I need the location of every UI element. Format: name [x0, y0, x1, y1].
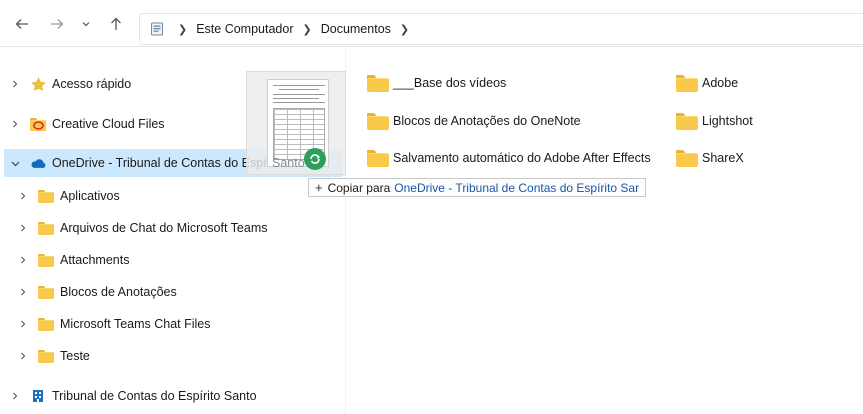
- arrow-right-icon: [51, 19, 64, 29]
- recent-locations-button[interactable]: [76, 12, 96, 36]
- chevron-right-icon[interactable]: [16, 317, 30, 331]
- sync-arrows-icon: [304, 148, 326, 170]
- arrow-up-icon: [111, 17, 121, 30]
- drop-tooltip: + Copiar para OneDrive - Tribunal de Con…: [308, 178, 647, 197]
- folder-name: Blocos de Anotações do OneNote: [393, 114, 581, 128]
- folder-icon: [38, 220, 54, 236]
- folder-item-adobe[interactable]: Adobe: [676, 71, 738, 95]
- forward-button[interactable]: [45, 12, 69, 36]
- sidebar-item-teste[interactable]: Teste: [0, 342, 90, 370]
- sidebar-item-label: Teste: [60, 349, 90, 363]
- sidebar-item-label: Acesso rápido: [52, 77, 132, 91]
- building-icon: [30, 388, 46, 404]
- sidebar-item-quick-access[interactable]: Acesso rápido: [0, 70, 131, 98]
- breadcrumb-this-pc[interactable]: Este Computador: [196, 22, 293, 36]
- folder-name: ShareX: [702, 151, 744, 165]
- folder-item-base-videos[interactable]: ___Base dos vídeos: [367, 71, 506, 95]
- chevron-right-icon[interactable]: [8, 77, 22, 91]
- folder-icon: [38, 188, 54, 204]
- drop-action: Copiar para: [327, 180, 391, 195]
- chevron-right-icon[interactable]: [8, 389, 22, 403]
- sidebar-item-label: Tribunal de Contas do Espírito Santo: [52, 389, 257, 403]
- chevron-right-icon[interactable]: [16, 349, 30, 363]
- plus-icon: +: [315, 180, 323, 195]
- folder-icon: [38, 348, 54, 364]
- drop-target: OneDrive - Tribunal de Contas do Espírit…: [394, 180, 640, 195]
- sidebar-item-label: Arquivos de Chat do Microsoft Teams: [60, 221, 268, 235]
- folder-icon: [38, 316, 54, 332]
- folder-icon: [676, 112, 698, 130]
- breadcrumb-documents[interactable]: Documentos: [321, 22, 391, 36]
- back-button[interactable]: [10, 12, 34, 36]
- sidebar-item-aplicativos[interactable]: Aplicativos: [0, 182, 120, 210]
- sidebar-item-teams-chat-files[interactable]: Microsoft Teams Chat Files: [0, 310, 211, 338]
- sidebar-item-label: Aplicativos: [60, 189, 120, 203]
- folder-item-onenote[interactable]: Blocos de Anotações do OneNote: [367, 109, 581, 133]
- arrow-left-icon: [15, 19, 28, 29]
- chevron-right-icon[interactable]: ❯: [303, 23, 312, 36]
- navigation-bar: ❯ Este Computador ❯ Documentos ❯: [0, 0, 863, 47]
- folder-name: Salvamento automático do Adobe After Eff…: [393, 151, 651, 165]
- folder-item-after-effects[interactable]: Salvamento automático do Adobe After Eff…: [367, 146, 651, 170]
- chevron-right-icon: ❯: [178, 23, 188, 36]
- sidebar-item-notebooks[interactable]: Blocos de Anotações: [0, 278, 177, 306]
- folder-icon: [367, 149, 389, 167]
- sidebar-item-label: Microsoft Teams Chat Files: [60, 317, 211, 331]
- folder-icon: [367, 112, 389, 130]
- chevron-right-icon[interactable]: [8, 117, 22, 131]
- file-list: ___Base dos vídeos Blocos de Anotações d…: [347, 47, 863, 414]
- folder-icon: [38, 284, 54, 300]
- folder-item-sharex[interactable]: ShareX: [676, 146, 744, 170]
- folder-icon: [367, 74, 389, 92]
- chevron-right-icon[interactable]: [16, 253, 30, 267]
- folder-name: ___Base dos vídeos: [393, 76, 507, 90]
- sidebar-item-label: Creative Cloud Files: [52, 117, 165, 131]
- folder-name: Lightshot: [702, 114, 753, 128]
- folder-icon: [676, 149, 698, 167]
- chevron-right-icon[interactable]: [16, 285, 30, 299]
- star-icon: [30, 76, 46, 92]
- chevron-down-icon: [82, 22, 90, 27]
- sidebar-item-label: Blocos de Anotações: [60, 285, 177, 299]
- onedrive-cloud-icon: [30, 155, 46, 171]
- drag-ghost-label: Santo: [272, 156, 305, 170]
- folder-icon: [38, 252, 54, 268]
- creative-cloud-icon: [30, 116, 46, 132]
- up-button[interactable]: [104, 12, 128, 36]
- chevron-right-icon[interactable]: [16, 221, 30, 235]
- folder-item-lightshot[interactable]: Lightshot: [676, 109, 753, 133]
- chevron-down-icon[interactable]: [8, 156, 22, 170]
- sidebar-item-label: Attachments: [60, 253, 130, 267]
- sidebar-item-creative-cloud[interactable]: Creative Cloud Files: [0, 110, 165, 138]
- address-bar[interactable]: ❯ Este Computador ❯ Documentos ❯: [139, 13, 863, 45]
- chevron-right-icon[interactable]: [16, 189, 30, 203]
- folder-icon: [676, 74, 698, 92]
- chevron-right-icon[interactable]: ❯: [400, 23, 409, 36]
- sidebar-item-attachments[interactable]: Attachments: [0, 246, 129, 274]
- sidebar-item-teams-chat-archive[interactable]: Arquivos de Chat do Microsoft Teams: [0, 214, 268, 242]
- sidebar-item-tribunal-sharepoint[interactable]: Tribunal de Contas do Espírito Santo: [0, 382, 257, 410]
- folder-name: Adobe: [702, 76, 739, 90]
- this-pc-icon: [151, 22, 163, 36]
